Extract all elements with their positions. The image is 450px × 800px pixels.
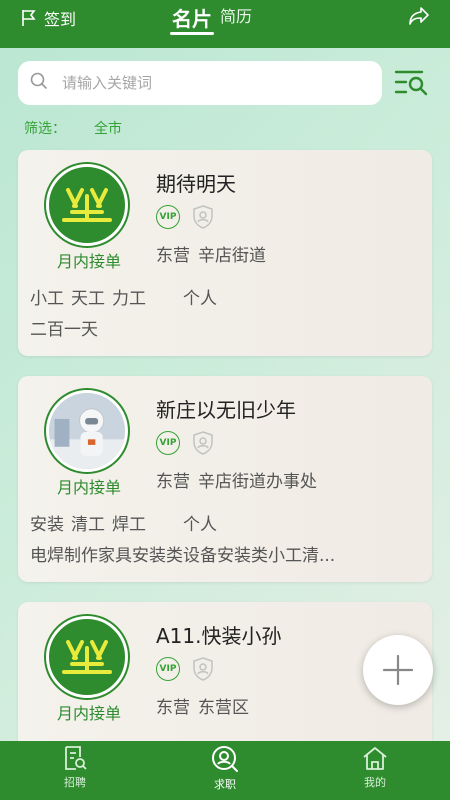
avatar <box>46 164 128 246</box>
vip-badge: VIP <box>156 205 180 229</box>
skill-tag: 焊工 <box>112 515 146 535</box>
shield-person-icon <box>193 431 213 455</box>
search-icon <box>30 72 48 94</box>
location-district: 东营区 <box>198 698 249 718</box>
checkin-button[interactable]: 签到 <box>20 6 76 30</box>
skills: 安装 清工 焊工 个人 <box>30 510 217 535</box>
profile-description: 电焊制作家具安装类设备安装类小工清... <box>30 546 336 566</box>
skill-tag: 安装 <box>30 515 64 535</box>
nav-item-job-search[interactable]: 求职 <box>195 745 255 792</box>
checkin-label: 签到 <box>44 10 77 29</box>
tab-business-card[interactable]: 名片 <box>170 0 214 35</box>
badges: VIP <box>156 657 214 681</box>
list-search-icon <box>394 70 428 96</box>
bottom-nav: 招聘 求职 我的 <box>0 741 450 800</box>
home-icon <box>363 747 387 770</box>
location-city: 东营 <box>156 246 190 266</box>
profile-card[interactable]: 月内接单 期待明天 VIP 东营 辛店街道 小工 天工 力工 个人 二百一天 <box>18 150 432 356</box>
worker-logo-icon <box>62 188 112 222</box>
location: 东营 东营区 <box>156 693 257 718</box>
location-city: 东营 <box>156 472 190 492</box>
avatar <box>46 390 128 472</box>
header-tabs: 名片 简历 <box>170 0 260 48</box>
location-city: 东营 <box>156 698 190 718</box>
shield-person-icon <box>193 205 213 229</box>
profile-name: 期待明天 <box>156 172 236 196</box>
nav-label: 招聘 <box>64 776 86 789</box>
nav-label: 我的 <box>364 776 386 789</box>
profile-name: A11.快装小孙 <box>156 624 282 648</box>
vip-badge: VIP <box>156 657 180 681</box>
nav-item-mine[interactable]: 我的 <box>345 745 405 790</box>
share-button[interactable] <box>408 6 430 30</box>
monthly-order-label: 月内接单 <box>56 252 121 271</box>
location: 东营 辛店街道办事处 <box>156 467 325 492</box>
share-icon <box>409 7 429 25</box>
worker-type: 个人 <box>183 515 217 535</box>
badges: VIP <box>156 431 214 455</box>
top-bar: 签到 名片 简历 <box>0 0 450 48</box>
filter-city-dropdown[interactable]: 全市 <box>94 118 122 138</box>
filter-row: 筛选： 全市 <box>24 118 122 138</box>
profile-card[interactable]: 月内接单 新庄以无旧少年 VIP 东营 辛店街道办事处 安装 清工 焊工 个人 电… <box>18 376 432 582</box>
location-district: 辛店街道 <box>198 246 266 266</box>
person-search-icon <box>212 746 238 772</box>
location: 东营 辛店街道 <box>156 241 274 266</box>
add-button[interactable] <box>363 635 433 705</box>
skill-tag: 力工 <box>112 289 146 309</box>
filter-label: 筛选： <box>24 121 66 137</box>
worker-logo-icon <box>62 640 112 674</box>
skill-tag: 清工 <box>71 515 105 535</box>
tab-resume[interactable]: 简历 <box>220 0 252 27</box>
monthly-order-label: 月内接单 <box>56 704 121 723</box>
filter-search-button[interactable] <box>394 66 430 102</box>
nav-item-recruit[interactable]: 招聘 <box>45 745 105 790</box>
astronaut-photo-icon <box>49 393 125 469</box>
avatar <box>46 616 128 698</box>
monthly-order-label: 月内接单 <box>56 478 121 497</box>
vip-badge: VIP <box>156 431 180 455</box>
skill-tag: 小工 <box>30 289 64 309</box>
flag-icon <box>22 10 36 26</box>
search-box <box>18 61 382 105</box>
skill-tag: 天工 <box>71 289 105 309</box>
plus-icon <box>382 654 414 686</box>
search-input[interactable] <box>62 74 342 92</box>
worker-type: 个人 <box>183 289 217 309</box>
skills: 小工 天工 力工 个人 <box>30 284 217 309</box>
document-search-icon <box>65 746 87 770</box>
profile-description: 二百一天 <box>30 320 98 340</box>
location-district: 辛店街道办事处 <box>198 472 317 492</box>
shield-person-icon <box>193 657 213 681</box>
profile-name: 新庄以无旧少年 <box>156 398 296 422</box>
badges: VIP <box>156 205 214 229</box>
nav-label: 求职 <box>214 778 236 791</box>
